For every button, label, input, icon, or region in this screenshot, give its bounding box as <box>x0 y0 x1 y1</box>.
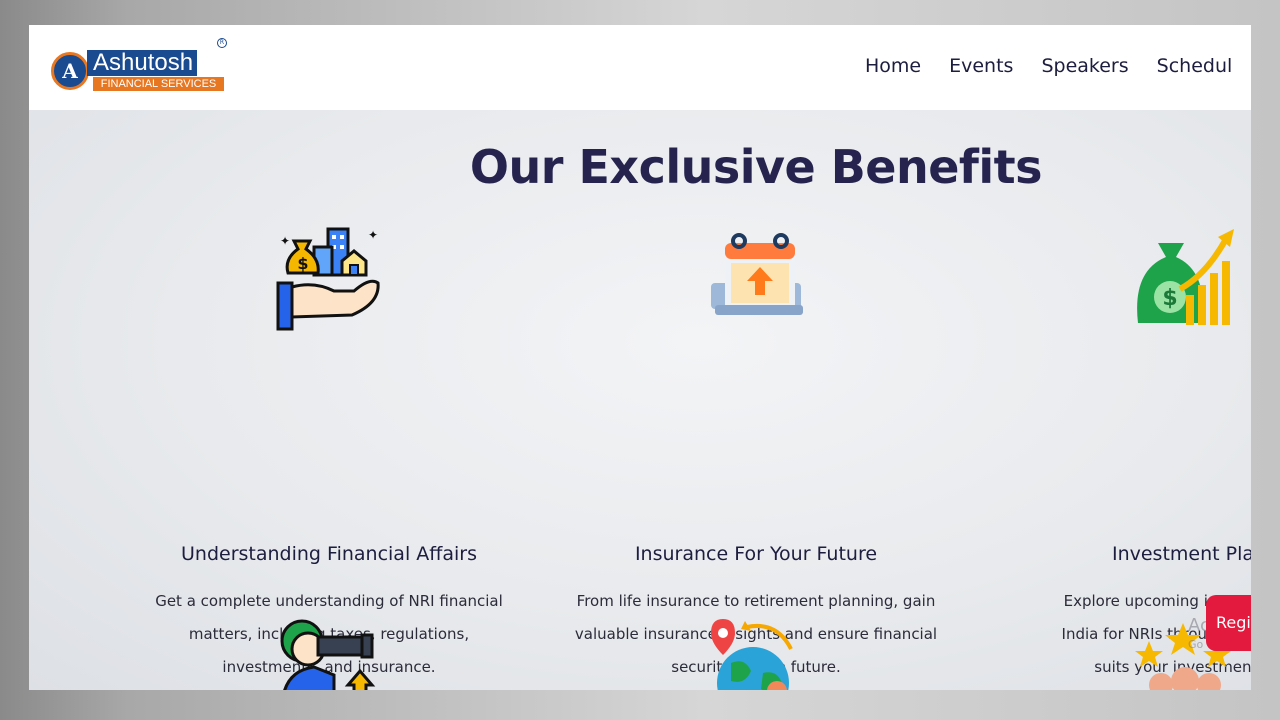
section-title: Our Exclusive Benefits <box>469 140 1043 194</box>
nav-home[interactable]: Home <box>865 55 921 77</box>
svg-text:$: $ <box>297 254 308 273</box>
browser-viewport: A Ashutosh FINANCIAL SERVICES R Home Even… <box>29 25 1251 690</box>
money-bag-buildings-hand-icon: $ ✦ ✦ <box>276 227 380 331</box>
svg-text:$: $ <box>1162 286 1177 311</box>
card-title: Understanding Financial Affairs <box>181 543 477 565</box>
registered-mark-icon: R <box>217 38 227 48</box>
calendar-upload-icon <box>711 233 803 315</box>
card-title: Investment Pla <box>1111 543 1251 565</box>
person-binoculars-icon <box>280 619 376 690</box>
money-bag-growth-chart-icon: $ <box>1137 229 1234 325</box>
card-title: Insurance For Your Future <box>634 543 878 565</box>
nav-schedule[interactable]: Schedul <box>1157 55 1233 77</box>
main-nav: Home Events Speakers Schedul <box>865 55 1251 77</box>
desc-line: From life insurance to retirement planni… <box>576 592 936 610</box>
globe-location-icon <box>711 619 793 690</box>
logo-tagline: FINANCIAL SERVICES <box>93 77 224 91</box>
desc-line: Get a complete understanding of NRI fina… <box>155 592 503 610</box>
nav-events[interactable]: Events <box>949 55 1013 77</box>
nav-speakers[interactable]: Speakers <box>1041 55 1128 77</box>
logo-emblem-icon: A <box>51 52 89 90</box>
logo[interactable]: A Ashutosh FINANCIAL SERVICES R <box>51 38 227 96</box>
svg-text:✦: ✦ <box>368 228 378 242</box>
site-header: A Ashutosh FINANCIAL SERVICES R Home Even… <box>29 25 1251 110</box>
svg-text:✦: ✦ <box>280 234 290 248</box>
logo-name: Ashutosh <box>87 50 198 76</box>
register-button[interactable]: Regi <box>1206 595 1251 651</box>
